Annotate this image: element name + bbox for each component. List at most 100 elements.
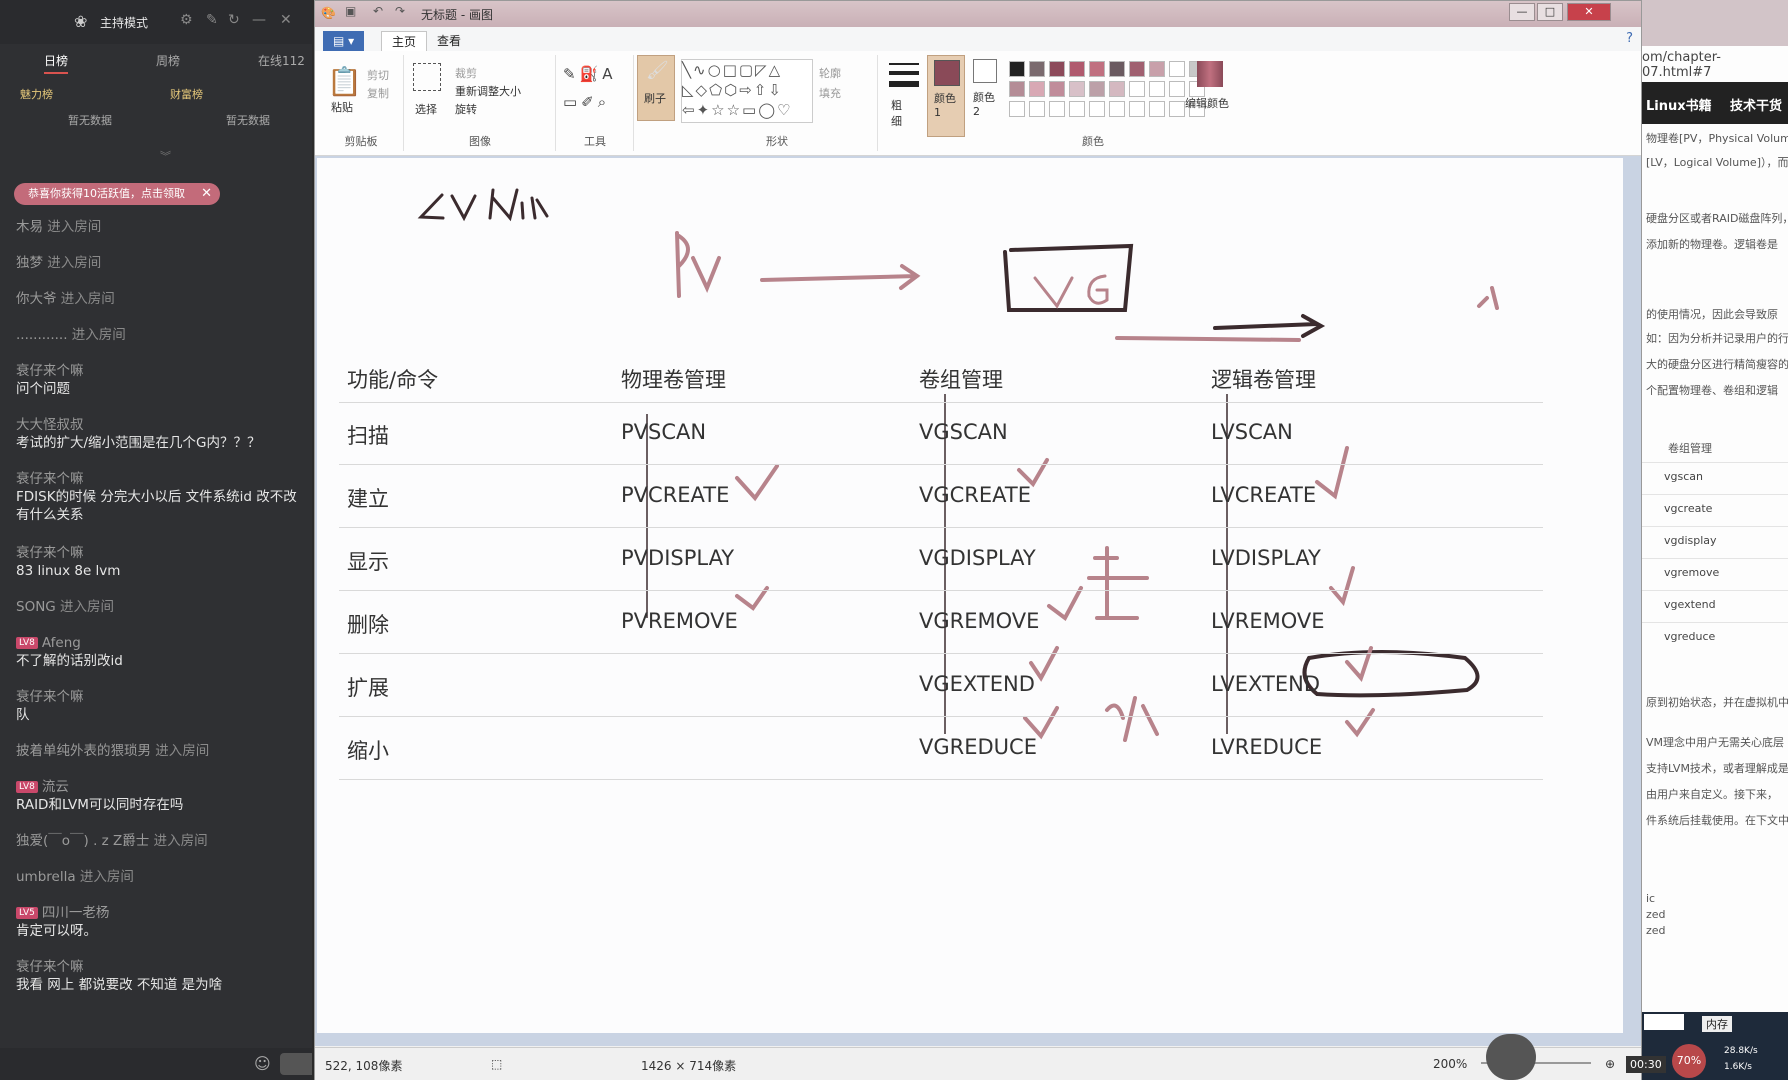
palette-swatch[interactable] — [1029, 61, 1045, 77]
palette-swatch[interactable] — [1069, 101, 1085, 117]
chat-nickname[interactable]: 大大怪叔叔 — [16, 417, 84, 433]
palette-swatch[interactable] — [1089, 81, 1105, 97]
undo-icon[interactable]: ↶ — [373, 4, 383, 18]
host-mode-label[interactable]: 主持模式 — [100, 14, 148, 31]
close-icon[interactable]: ✕ — [201, 183, 212, 205]
tab-view[interactable]: 查看 — [427, 31, 471, 51]
paste-icon[interactable]: 📋 — [327, 65, 362, 98]
edit-colors-button[interactable]: 编辑颜色 — [1185, 55, 1237, 135]
palette-swatch[interactable] — [1149, 61, 1165, 77]
palette-swatch[interactable] — [1169, 61, 1185, 77]
palette-swatch[interactable] — [1009, 101, 1025, 117]
palette-swatch[interactable] — [1049, 101, 1065, 117]
nav-tech[interactable]: 技术干货 — [1730, 95, 1782, 114]
redo-icon[interactable]: ↷ — [395, 4, 405, 18]
tab-home[interactable]: 主页 — [381, 31, 428, 52]
palette-swatch[interactable] — [1009, 81, 1025, 97]
palette-swatch[interactable] — [1069, 61, 1085, 77]
help-icon[interactable]: ? — [1626, 31, 1633, 46]
copy-button[interactable]: 复制 — [367, 85, 389, 101]
color1-button[interactable]: 颜色 1 — [927, 55, 965, 137]
palette-swatch[interactable] — [1149, 101, 1165, 117]
chat-nickname[interactable]: ............ — [16, 327, 68, 343]
rotate-button[interactable]: 旋转 — [455, 101, 477, 117]
paste-button[interactable]: 粘贴 — [331, 99, 353, 115]
command-row: vgreduce — [1664, 630, 1716, 643]
chat-nickname[interactable]: SONG — [16, 599, 56, 615]
chat-nickname[interactable]: 四川一老杨 — [42, 905, 110, 921]
shapes-gallery[interactable]: ╲∿○□▢◸△ ◺◇⬠⬡⇨⇧⇩ ⇦✦☆☆▭◯♡ — [681, 59, 813, 123]
chat-nickname[interactable]: 你大爷 — [16, 291, 57, 307]
chat-nickname[interactable]: 披着单纯外表的猥琐男 — [16, 743, 151, 759]
chat-nickname[interactable]: 衰仔来个嘛 — [16, 545, 84, 561]
chat-nickname[interactable]: 衰仔来个嘛 — [16, 689, 84, 705]
color1-swatch — [934, 60, 960, 86]
palette-swatch[interactable] — [1109, 81, 1125, 97]
palette-swatch[interactable] — [1129, 81, 1145, 97]
resize-button[interactable]: 重新调整大小 — [455, 83, 521, 99]
chat-nickname[interactable]: umbrella — [16, 869, 76, 885]
palette-swatch[interactable] — [1169, 81, 1185, 97]
drawing-canvas[interactable]: 功能/命令 物理卷管理 卷组管理 逻辑卷管理 扫描 PVSCAN VGSCAN LVS… — [317, 158, 1623, 1033]
palette-swatch[interactable] — [1109, 61, 1125, 77]
chat-nickname[interactable]: Afeng — [42, 635, 81, 651]
close-icon[interactable]: ✕ — [280, 12, 292, 28]
zoom-in-icon[interactable]: ⊕ — [1605, 1057, 1615, 1071]
chat-nickname[interactable]: 独爱(￣o￣) . z Z爵士 — [16, 833, 149, 849]
brush-button[interactable]: 🖌 刷子 — [637, 55, 675, 121]
fill-button[interactable]: 填充 — [819, 85, 841, 101]
chat-nickname[interactable]: 衰仔来个嘛 — [16, 959, 84, 975]
chat-join-text: 进入房间 — [43, 219, 102, 235]
memory-label: 内存 — [1702, 1016, 1732, 1032]
palette-swatch[interactable] — [1049, 81, 1065, 97]
palette-swatch[interactable] — [1109, 101, 1125, 117]
palette-swatch[interactable] — [1129, 61, 1145, 77]
palette-swatch[interactable] — [1009, 61, 1025, 77]
chat-nickname[interactable]: 木易 — [16, 219, 43, 235]
select-icon[interactable] — [413, 63, 441, 91]
tab-online[interactable]: 在线112 — [258, 52, 305, 69]
minimize-button[interactable]: — — [1509, 3, 1535, 21]
outline-button[interactable]: 轮廓 — [819, 65, 841, 81]
save-icon[interactable]: ▣ — [345, 4, 356, 18]
chat-input[interactable] — [280, 1053, 312, 1075]
crop-button[interactable]: 裁剪 — [455, 65, 477, 81]
emoji-icon[interactable]: ☺ — [254, 1054, 271, 1073]
chat-nickname[interactable]: 流云 — [42, 779, 69, 795]
palette-swatch[interactable] — [1149, 81, 1165, 97]
palette-swatch[interactable] — [1029, 81, 1045, 97]
edit-icon[interactable]: ✎ — [206, 12, 218, 28]
reward-toast[interactable]: 恭喜你获得10活跃值，点击领取 ✕ — [14, 183, 220, 205]
maximize-button[interactable]: □ — [1537, 3, 1563, 21]
cut-button[interactable]: 剪切 — [367, 67, 389, 83]
chat-nickname[interactable]: 独梦 — [16, 255, 43, 271]
charm-rank-label[interactable]: 魅力榜 — [20, 86, 53, 102]
palette-swatch[interactable] — [1069, 81, 1085, 97]
palette-swatch[interactable] — [1049, 61, 1065, 77]
chat-nickname[interactable]: 衰仔来个嘛 — [16, 363, 84, 379]
minimize-icon[interactable]: — — [252, 12, 266, 28]
chat-nickname[interactable]: 衰仔来个嘛 — [16, 471, 84, 487]
palette-swatch[interactable] — [1129, 101, 1145, 117]
settings-icon[interactable]: ⚙ — [180, 12, 193, 28]
refresh-icon[interactable]: ↻ — [228, 12, 240, 28]
file-menu-button[interactable]: ▤ ▾ — [323, 31, 365, 51]
eraser-picker-zoom-icons[interactable]: ▭✐⌕ — [563, 93, 610, 111]
select-button[interactable]: 选择 — [415, 101, 437, 117]
palette-swatch[interactable] — [1089, 61, 1105, 77]
close-button[interactable]: ✕ — [1567, 3, 1611, 21]
palette-swatch[interactable] — [1089, 101, 1105, 117]
palette-swatch[interactable] — [1169, 101, 1185, 117]
command-cell: LVCREATE — [1211, 483, 1317, 507]
nav-linux-books[interactable]: Linux书籍 — [1646, 95, 1712, 114]
color2-button[interactable]: 颜色 2 — [967, 55, 1003, 135]
tab-daily[interactable]: 日榜 — [44, 52, 69, 74]
ribbon: 📋 粘贴 剪切 复制 剪贴板 选择 裁剪 重新调整大小 旋转 图像 ✎⛽A ▭✐… — [315, 51, 1641, 156]
address-bar[interactable]: om/chapter-07.html#7 — [1642, 50, 1788, 80]
pencil-fill-text-icons[interactable]: ✎⛽A — [563, 65, 617, 83]
size-button[interactable]: 粗细 — [883, 57, 923, 137]
expand-chevron-icon[interactable]: ︾ — [160, 148, 171, 164]
palette-swatch[interactable] — [1029, 101, 1045, 117]
wealth-rank-label[interactable]: 财富榜 — [170, 86, 203, 102]
tab-weekly[interactable]: 周榜 — [156, 52, 180, 69]
